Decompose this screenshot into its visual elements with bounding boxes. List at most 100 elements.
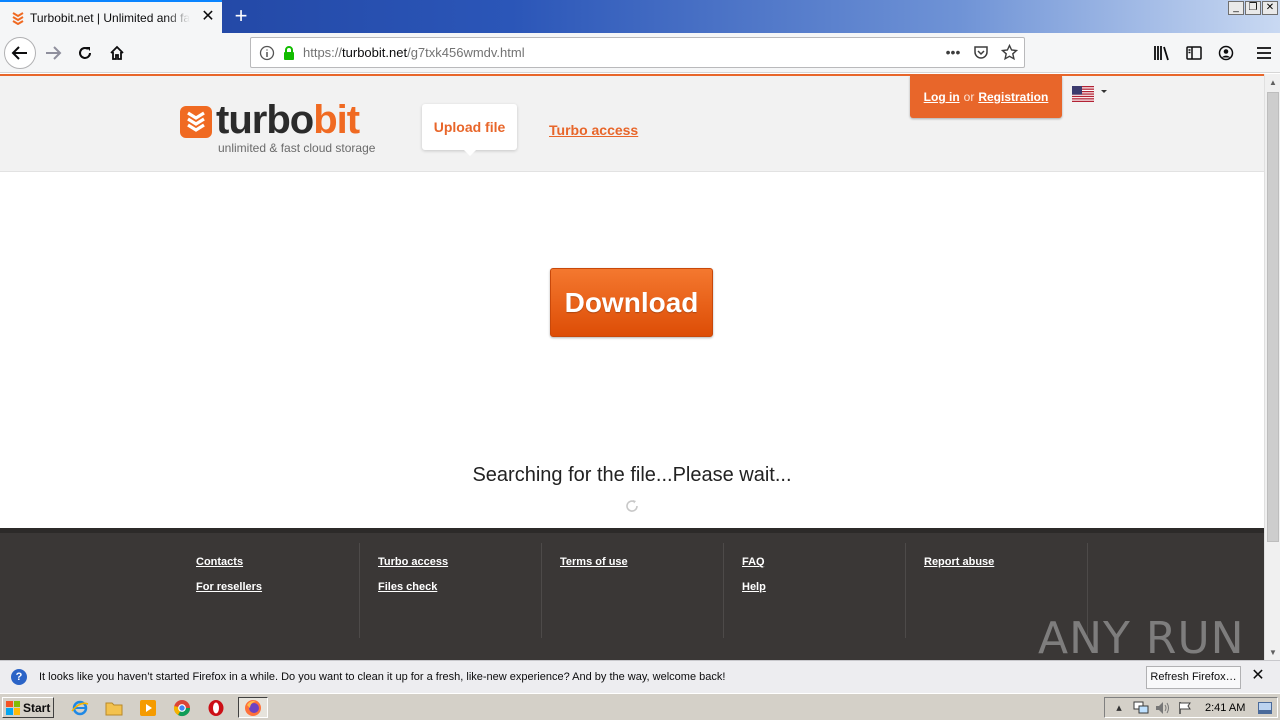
- home-icon: [110, 45, 124, 60]
- login-link[interactable]: Log in: [924, 90, 960, 104]
- start-button[interactable]: Start: [2, 697, 54, 718]
- scroll-up-icon[interactable]: ▲: [1265, 74, 1280, 90]
- clock[interactable]: 2:41 AM: [1205, 702, 1245, 714]
- menu-button[interactable]: [1248, 37, 1280, 69]
- tab-strip: Turbobit.net | Unlimited and fast fi ✕ +…: [0, 0, 1280, 33]
- footer-link-contacts[interactable]: Contacts: [196, 557, 359, 568]
- page-actions-menu-icon[interactable]: •••: [944, 43, 962, 61]
- show-hidden-icons-icon[interactable]: ▴: [1111, 700, 1127, 716]
- footer-link-files-check[interactable]: Files check: [378, 582, 541, 593]
- chrome-icon[interactable]: [170, 697, 194, 718]
- sidebar-icon: [1186, 46, 1202, 60]
- sidebar-button[interactable]: [1178, 37, 1210, 69]
- quick-launch: [68, 697, 268, 718]
- arrow-right-icon: [46, 46, 62, 60]
- turbobit-logo[interactable]: turbobit unlimited & fast cloud storage: [180, 98, 380, 156]
- us-flag-icon[interactable]: [1072, 86, 1094, 102]
- footer-column: Terms of use: [542, 543, 724, 638]
- system-tray: ▴ 2:41 AM: [1104, 697, 1278, 718]
- windows-logo-icon: [6, 700, 20, 715]
- minimize-button[interactable]: _: [1228, 1, 1244, 15]
- firefox-taskbar-button[interactable]: [238, 697, 268, 718]
- footer-link-faq[interactable]: FAQ: [742, 557, 905, 568]
- notification-bar: ? It looks like you haven’t started Fire…: [0, 660, 1280, 693]
- turbobit-logo-mark-icon: [180, 106, 212, 138]
- download-button[interactable]: Download: [550, 268, 713, 337]
- start-label: Start: [23, 700, 51, 715]
- opera-icon[interactable]: [204, 697, 228, 718]
- registration-link[interactable]: Registration: [978, 90, 1048, 104]
- forward-button[interactable]: [38, 38, 68, 68]
- question-icon: ?: [11, 669, 27, 685]
- restore-button[interactable]: ❐: [1245, 1, 1261, 15]
- account-button[interactable]: [1210, 37, 1242, 69]
- pocket-icon[interactable]: [972, 43, 990, 61]
- url-text[interactable]: https://turbobit.net/g7txk456wmdv.html: [303, 45, 525, 60]
- url-prefix: https://: [303, 45, 343, 60]
- tab-close-icon[interactable]: ✕: [200, 9, 216, 25]
- footer-column: Contacts For resellers: [178, 543, 360, 638]
- scrollbar-thumb[interactable]: [1267, 92, 1279, 542]
- back-button[interactable]: [4, 37, 36, 69]
- volume-icon[interactable]: [1155, 700, 1171, 716]
- file-explorer-icon[interactable]: [102, 697, 126, 718]
- toolbar-right: [1146, 33, 1280, 73]
- internet-explorer-icon[interactable]: [68, 697, 92, 718]
- footer-link-terms[interactable]: Terms of use: [560, 557, 723, 568]
- lock-icon[interactable]: [281, 45, 297, 61]
- bookmark-star-icon[interactable]: [1000, 43, 1018, 61]
- action-center-flag-icon[interactable]: [1177, 700, 1193, 716]
- turbo-access-link[interactable]: Turbo access: [549, 122, 638, 138]
- site-header: turbobit unlimited & fast cloud storage …: [0, 76, 1264, 172]
- scroll-down-icon[interactable]: ▼: [1265, 644, 1280, 660]
- vertical-scrollbar[interactable]: ▲ ▼: [1264, 74, 1280, 660]
- page-actions: •••: [944, 43, 1018, 61]
- info-icon[interactable]: [259, 45, 275, 61]
- notification-text: It looks like you haven’t started Firefo…: [39, 671, 726, 683]
- network-icon[interactable]: [1133, 700, 1149, 716]
- close-window-button[interactable]: ✕: [1262, 1, 1278, 15]
- reload-button[interactable]: [70, 38, 100, 68]
- footer-link-help[interactable]: Help: [742, 582, 905, 593]
- taskbar: Start ▴ 2:41 AM: [0, 693, 1280, 720]
- url-path: /g7txk456wmdv.html: [407, 45, 525, 60]
- search-status-message: Searching for the file...Please wait...: [472, 464, 792, 486]
- url-host: turbobit.net: [342, 45, 408, 60]
- arrow-left-icon: [11, 46, 27, 60]
- reload-icon: [79, 47, 91, 59]
- language-caret-icon[interactable]: [1101, 90, 1107, 93]
- logo-wordmark: turbobit: [216, 98, 360, 142]
- footer-link-turbo-access[interactable]: Turbo access: [378, 557, 541, 568]
- upload-file-label: Upload file: [433, 119, 506, 135]
- media-player-icon[interactable]: [136, 697, 160, 718]
- footer-link-report-abuse[interactable]: Report abuse: [924, 557, 1087, 568]
- login-box: Log in or Registration: [910, 76, 1062, 118]
- logo-prefix: turbo: [216, 98, 314, 142]
- web-content: turbobit unlimited & fast cloud storage …: [0, 74, 1264, 660]
- loading-spinner-icon: [625, 499, 639, 513]
- anyrun-watermark: ANY RUN: [1038, 613, 1245, 660]
- hamburger-menu-icon: [1257, 47, 1271, 59]
- logo-suffix: bit: [313, 98, 360, 142]
- navigation-toolbar: https://turbobit.net/g7txk456wmdv.html •…: [0, 33, 1280, 73]
- footer-link-resellers[interactable]: For resellers: [196, 582, 359, 593]
- account-icon: [1218, 45, 1234, 61]
- tab-title: Turbobit.net | Unlimited and fast fi: [30, 10, 190, 25]
- logo-tagline: unlimited & fast cloud storage: [218, 141, 376, 155]
- refresh-firefox-button[interactable]: Refresh Firefox…: [1146, 666, 1241, 689]
- turbobit-favicon-icon: [10, 10, 26, 26]
- site-footer: Contacts For resellers Turbo access File…: [0, 528, 1264, 660]
- notification-close-icon[interactable]: ✕: [1250, 668, 1266, 684]
- upload-file-tab[interactable]: Upload file: [422, 104, 517, 156]
- show-desktop-icon[interactable]: [1257, 700, 1273, 716]
- url-bar[interactable]: https://turbobit.net/g7txk456wmdv.html •…: [250, 37, 1025, 68]
- home-button[interactable]: [102, 38, 132, 68]
- browser-tab[interactable]: Turbobit.net | Unlimited and fast fi ✕: [0, 0, 222, 33]
- library-icon: [1154, 46, 1169, 61]
- footer-column: FAQ Help: [724, 543, 906, 638]
- window-controls: _ ❐ ✕: [1228, 1, 1278, 15]
- new-tab-button[interactable]: +: [230, 4, 252, 28]
- library-button[interactable]: [1146, 37, 1178, 69]
- firefox-icon: [245, 699, 261, 716]
- footer-column: Turbo access Files check: [360, 543, 542, 638]
